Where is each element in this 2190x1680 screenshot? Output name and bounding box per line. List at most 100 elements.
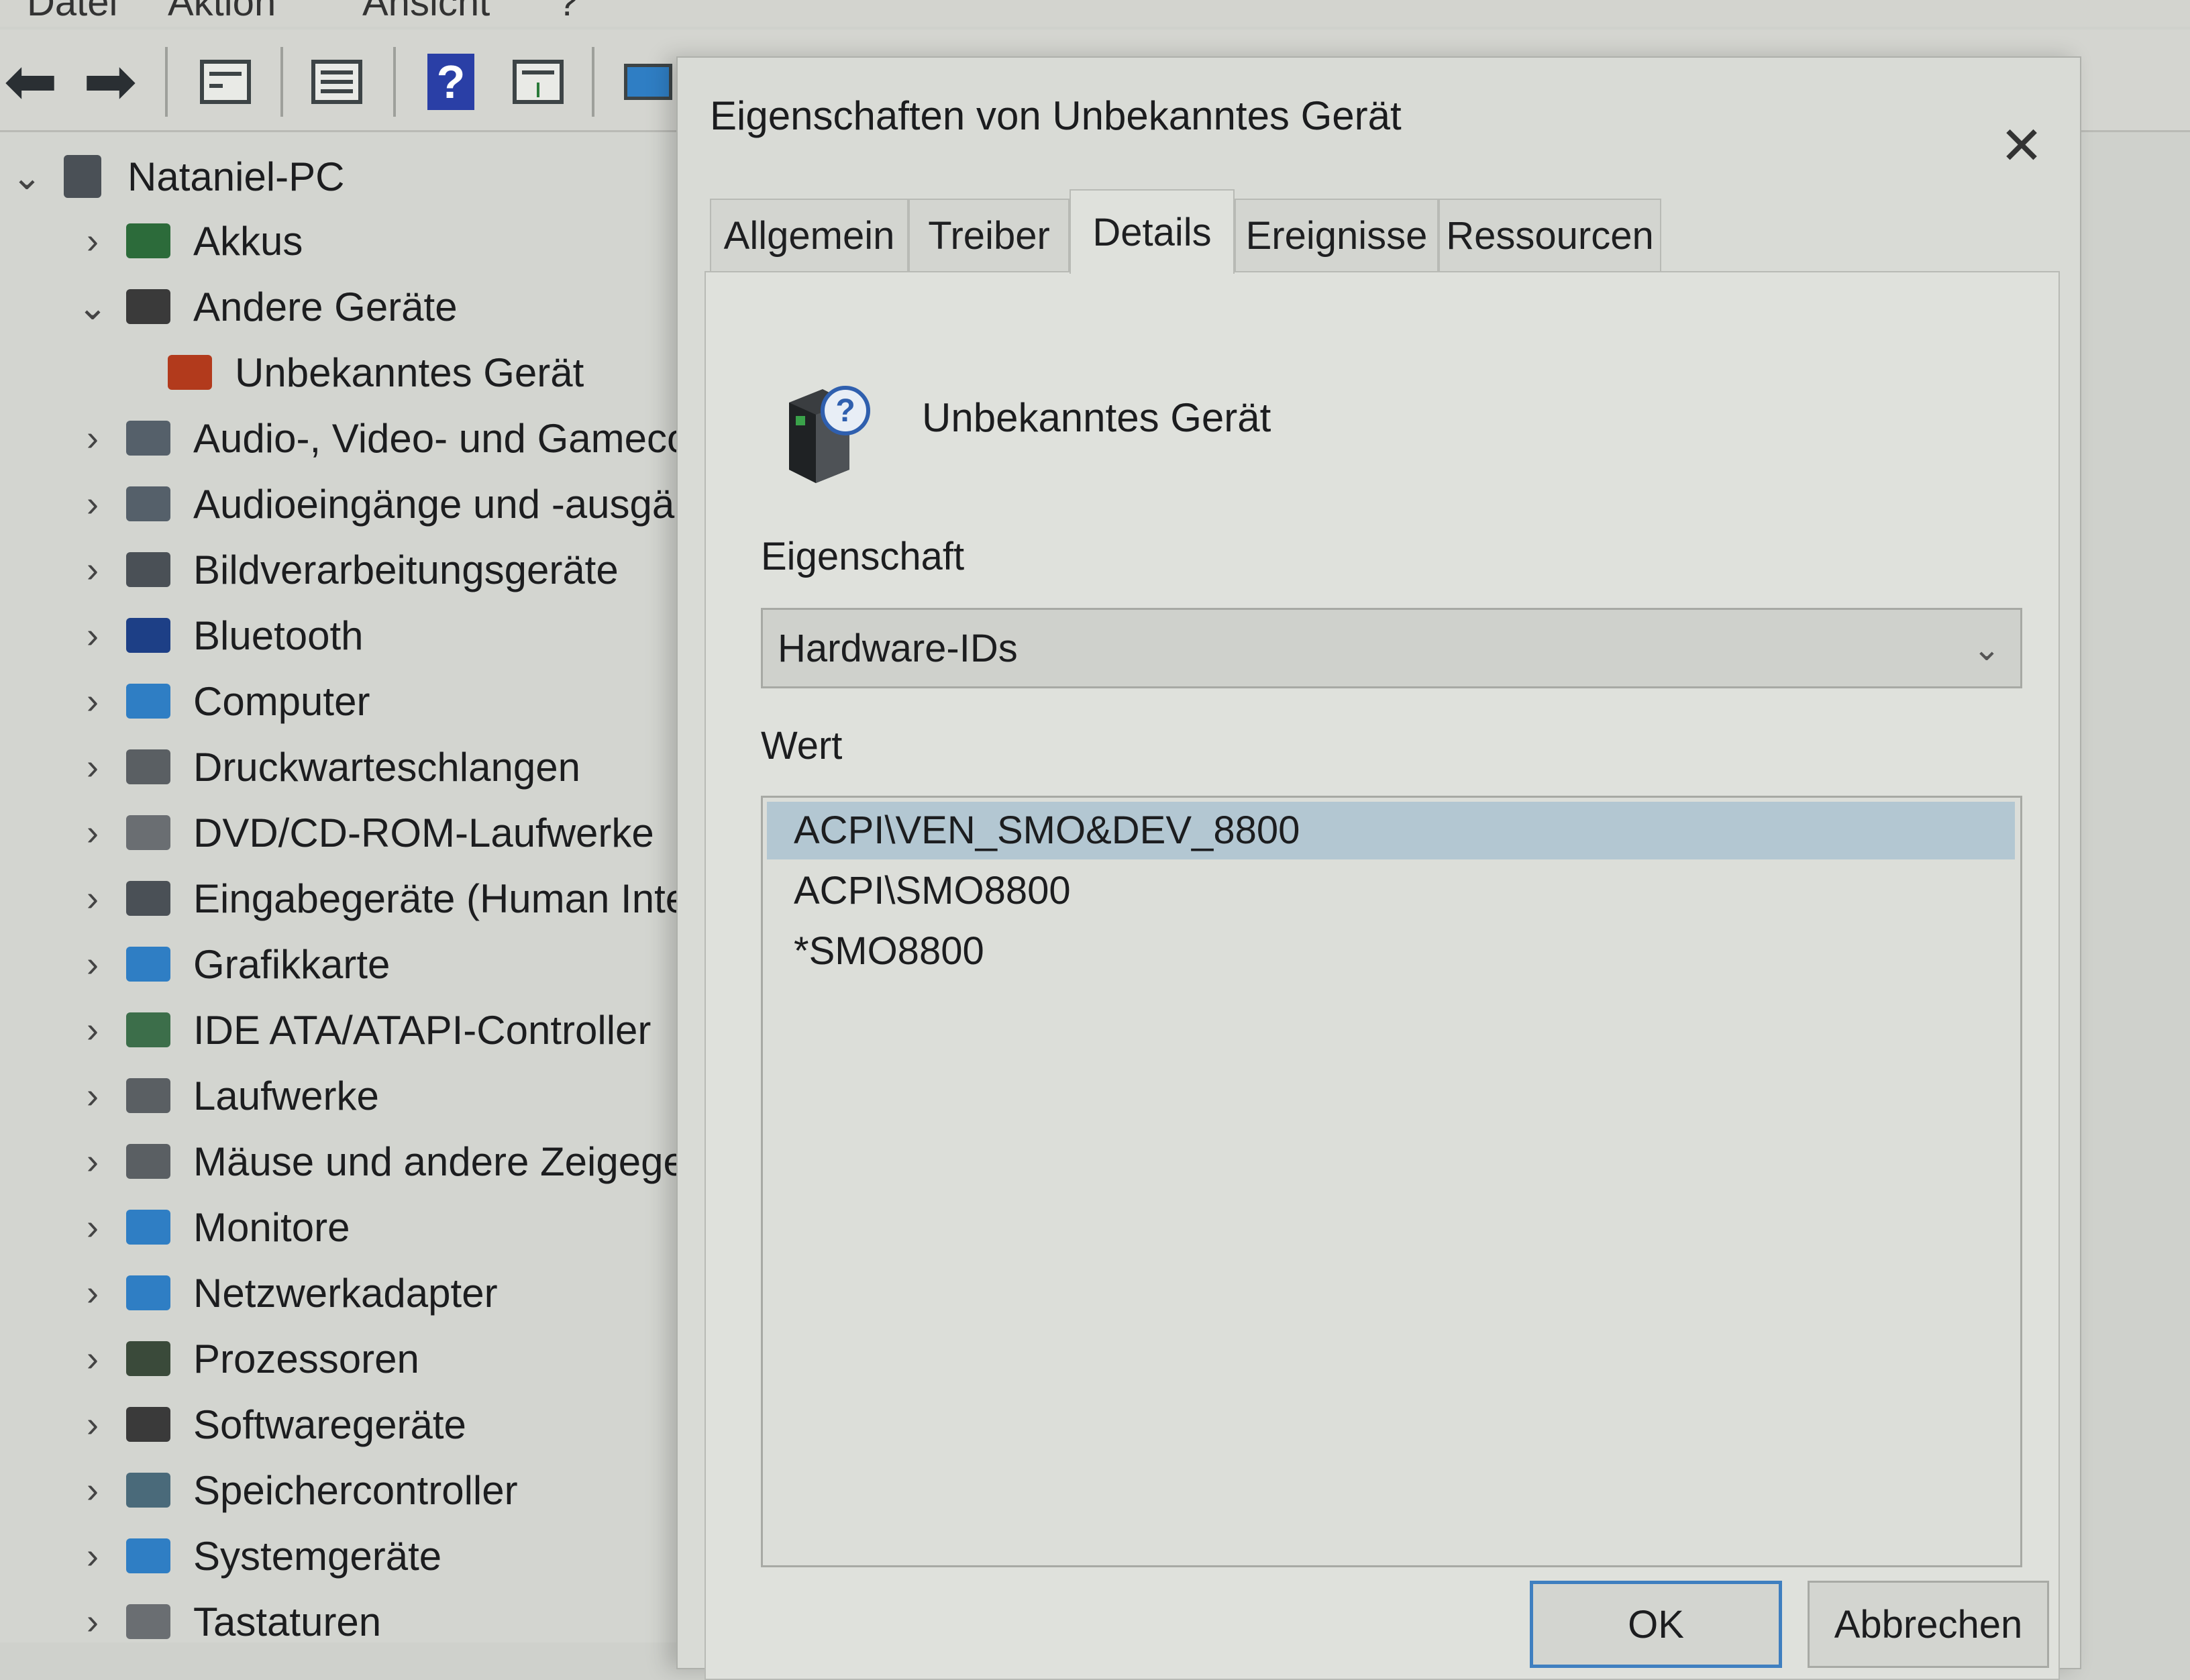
chevron-right-icon[interactable]: › xyxy=(72,1404,113,1445)
tree-item[interactable]: › Druckwarteschlangen xyxy=(72,735,580,799)
other-devices-icon xyxy=(119,280,177,333)
ok-button[interactable]: OK xyxy=(1530,1581,1782,1668)
menu-datei[interactable]: Datei xyxy=(27,0,117,25)
properties-dialog: Eigenschaften von Unbekanntes Gerät ✕ Al… xyxy=(676,56,2081,1680)
tree-item[interactable]: › Tastaturen xyxy=(72,1589,382,1643)
tree-item[interactable]: › Audio-, Video- und Gamecontroller xyxy=(72,406,678,470)
tree-item-label: Unbekanntes Gerät xyxy=(235,350,584,395)
menu-ansicht[interactable]: Ansicht xyxy=(362,0,490,25)
details-tab-panel: ? Unbekanntes Gerät Eigenschaft Hardware… xyxy=(705,271,2060,1680)
monitor-icon[interactable] xyxy=(617,51,679,113)
chevron-right-icon[interactable]: › xyxy=(72,220,113,262)
forward-arrow-icon[interactable]: ➡ xyxy=(79,50,141,114)
chevron-down-icon[interactable]: ⌄ xyxy=(1968,630,2005,668)
chevron-right-icon[interactable]: › xyxy=(72,1206,113,1248)
tree-item[interactable]: Unbekanntes Gerät xyxy=(154,340,584,405)
tree-item[interactable]: › Monitore xyxy=(72,1195,350,1259)
speaker-icon xyxy=(119,477,177,531)
run-icon[interactable] xyxy=(507,51,569,113)
value-list-item[interactable]: *SMO8800 xyxy=(767,923,2015,980)
tree-item[interactable]: ⌄ Andere Geräte xyxy=(72,274,457,339)
chevron-right-icon[interactable]: › xyxy=(72,680,113,722)
property-select-value: Hardware-IDs xyxy=(778,627,1018,670)
close-icon[interactable]: ✕ xyxy=(1993,117,2050,174)
chevron-right-icon[interactable]: › xyxy=(72,812,113,853)
tree-item[interactable]: › Systemgeräte xyxy=(72,1524,441,1588)
chevron-down-icon[interactable]: ⌄ xyxy=(72,286,113,328)
chevron-right-icon[interactable]: › xyxy=(72,483,113,525)
menu-help[interactable]: ? xyxy=(557,0,578,25)
tree-item-label: Bluetooth xyxy=(193,613,364,658)
tree-item[interactable]: › Bildverarbeitungsgeräte xyxy=(72,537,619,602)
back-arrow-icon[interactable]: ⬅ xyxy=(0,50,62,114)
folder-icon xyxy=(119,1529,177,1583)
tree-item[interactable]: › Prozessoren xyxy=(72,1326,419,1391)
tree-item-label: Systemgeräte xyxy=(193,1533,442,1579)
chevron-right-icon[interactable]: › xyxy=(72,943,113,985)
help-icon[interactable]: ? xyxy=(420,51,482,113)
tree-item[interactable]: › Bluetooth xyxy=(72,603,364,668)
chevron-right-icon[interactable]: › xyxy=(72,1338,113,1379)
chevron-right-icon[interactable]: › xyxy=(72,1272,113,1314)
chevron-right-icon[interactable]: › xyxy=(72,878,113,919)
tree-item[interactable]: › Mäuse und andere Zeigegeräte xyxy=(72,1129,678,1194)
tree-item-label: Audio-, Video- und Gamecontroller xyxy=(193,415,678,461)
processor-icon xyxy=(119,1332,177,1385)
svg-text:?: ? xyxy=(835,393,855,429)
tab-details[interactable]: Details xyxy=(1070,189,1235,274)
mouse-icon xyxy=(119,1135,177,1188)
tree-item-label: Eingabegeräte (Human Interface Devices) xyxy=(193,876,678,921)
cancel-button[interactable]: Abbrechen xyxy=(1808,1581,2049,1668)
menu-bar: Datei Aktion Ansicht ? xyxy=(0,0,2190,27)
chevron-right-icon[interactable]: › xyxy=(72,1075,113,1116)
properties-icon[interactable] xyxy=(306,51,368,113)
printer-icon xyxy=(119,740,177,794)
chevron-right-icon[interactable]: › xyxy=(72,1469,113,1511)
property-label: Eigenschaft xyxy=(761,535,965,578)
tree-item[interactable]: › Softwaregeräte xyxy=(72,1392,466,1457)
tree-item[interactable]: › IDE ATA/ATAPI-Controller xyxy=(72,998,651,1062)
value-list-item[interactable]: ACPI\VEN_SMO&DEV_8800 xyxy=(767,802,2015,859)
tree-item[interactable]: › Laufwerke xyxy=(72,1063,379,1128)
tree-item-label: Laufwerke xyxy=(193,1073,379,1118)
software-device-icon xyxy=(119,1398,177,1451)
tree-item-label: Tastaturen xyxy=(193,1599,382,1643)
menu-aktion[interactable]: Aktion xyxy=(168,0,276,25)
tree-item[interactable]: › Netzwerkadapter xyxy=(72,1261,498,1325)
tab-ereignisse[interactable]: Ereignisse xyxy=(1235,199,1439,271)
chevron-right-icon[interactable]: › xyxy=(72,746,113,788)
value-label: Wert xyxy=(761,724,843,768)
tab-allgemein[interactable]: Allgemein xyxy=(710,199,908,271)
value-list-item[interactable]: ACPI\SMO8800 xyxy=(767,862,2015,920)
chevron-right-icon[interactable]: › xyxy=(72,1009,113,1051)
chevron-right-icon[interactable]: › xyxy=(72,549,113,590)
console-tree-icon[interactable] xyxy=(195,51,256,113)
tree-item-label: Computer xyxy=(193,678,370,724)
tree-root-label: Nataniel-PC xyxy=(127,154,345,199)
tree-item[interactable]: › Akkus xyxy=(72,209,303,273)
tree-item[interactable]: › DVD/CD-ROM-Laufwerke xyxy=(72,800,654,865)
tree-item[interactable]: › Computer xyxy=(72,669,370,733)
computer-icon xyxy=(119,674,177,728)
chevron-right-icon[interactable]: › xyxy=(72,615,113,656)
tree-item-label: Mäuse und andere Zeigegeräte xyxy=(193,1139,678,1184)
unknown-device-icon: ? xyxy=(789,386,870,483)
tree-item[interactable]: › Audioeingänge und -ausgänge xyxy=(72,472,678,536)
tab-ressourcen[interactable]: Ressourcen xyxy=(1439,199,1661,271)
chevron-right-icon[interactable]: › xyxy=(72,1601,113,1642)
dvd-drive-icon xyxy=(119,806,177,859)
property-select[interactable]: Hardware-IDs ⌄ xyxy=(761,608,2022,688)
tab-treiber[interactable]: Treiber xyxy=(908,199,1070,271)
tree-item[interactable]: › Speichercontroller xyxy=(72,1458,518,1522)
value-list[interactable]: ACPI\VEN_SMO&DEV_8800 ACPI\SMO8800 *SMO880… xyxy=(761,796,2022,1567)
chevron-right-icon[interactable]: › xyxy=(72,1141,113,1182)
chevron-right-icon[interactable]: › xyxy=(72,1535,113,1577)
tree-root[interactable]: ⌄ Nataniel-PC xyxy=(7,144,344,209)
tree-item-label: IDE ATA/ATAPI-Controller xyxy=(193,1007,651,1053)
chevron-down-icon[interactable]: ⌄ xyxy=(7,156,47,198)
tree-item[interactable]: › Grafikkarte xyxy=(72,932,390,996)
tree-item-label: Grafikkarte xyxy=(193,941,390,987)
disk-drive-icon xyxy=(119,1069,177,1122)
chevron-right-icon[interactable]: › xyxy=(72,417,113,459)
tree-item[interactable]: › Eingabegeräte (Human Interface Devices) xyxy=(72,866,678,931)
